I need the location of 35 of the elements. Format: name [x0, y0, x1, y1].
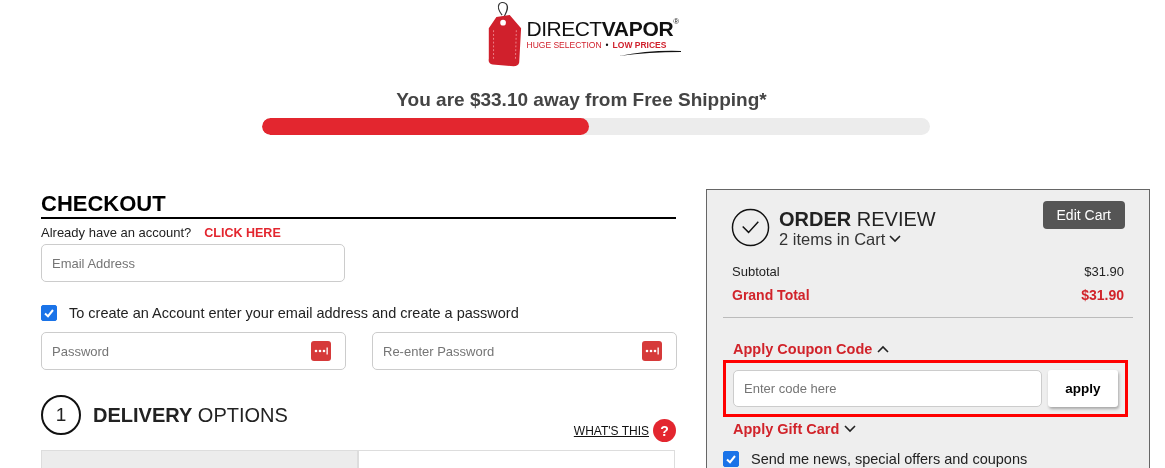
cart-items-toggle[interactable]: 2 items in Cart: [779, 230, 886, 249]
help-icon[interactable]: ?: [653, 419, 676, 443]
registered-mark: ®: [673, 18, 680, 26]
coupon-code-field[interactable]: Enter code here: [733, 370, 1042, 408]
create-account-label: To create an Account enter your email address and create a password: [69, 305, 519, 322]
edit-cart-button[interactable]: Edit Cart: [1042, 201, 1125, 229]
step-title: DELIVERY OPTIONS: [93, 403, 288, 427]
total-value: $31.90: [1084, 264, 1124, 280]
total-label: Grand Total: [732, 286, 810, 303]
help-link[interactable]: WHAT'S THIS: [573, 423, 649, 438]
email-field[interactable]: Email Address: [41, 244, 345, 283]
brand-name-bold: VAPOR: [601, 18, 674, 39]
step-number: 1: [41, 395, 81, 436]
separator-dot: •: [605, 41, 609, 51]
tagline: HUGE SELECTION: [526, 41, 602, 51]
check-circle-icon: [731, 208, 770, 247]
password-field[interactable]: Re-enter Password: [372, 332, 677, 371]
password-manager-icon[interactable]: [311, 341, 331, 362]
newsletter-label: Send me news, special offers and coupons: [751, 451, 1028, 468]
checkbox[interactable]: [41, 305, 57, 322]
total-label: Subtotal: [732, 264, 780, 280]
brand-name-light: DIRECT: [526, 18, 602, 39]
password-field[interactable]: Password: [41, 332, 346, 371]
coupon-toggle[interactable]: Apply Coupon Code: [733, 341, 873, 358]
account-prompt: Already have an account?: [41, 225, 192, 241]
checkbox[interactable]: [723, 451, 739, 468]
gift-card-toggle[interactable]: Apply Gift Card: [733, 421, 840, 438]
checkout-title: CHECKOUT: [41, 192, 676, 220]
login-link[interactable]: CLICK HERE: [204, 226, 281, 241]
apply-button[interactable]: apply: [1048, 370, 1118, 408]
total-value: $31.90: [1081, 286, 1124, 303]
order-review-title: ORDER REVIEW: [779, 208, 936, 230]
password-manager-icon[interactable]: [642, 341, 662, 362]
free-shipping-message: You are $33.10 away from Free Shipping*: [395, 89, 768, 111]
tagline: LOW PRICES: [612, 41, 667, 51]
